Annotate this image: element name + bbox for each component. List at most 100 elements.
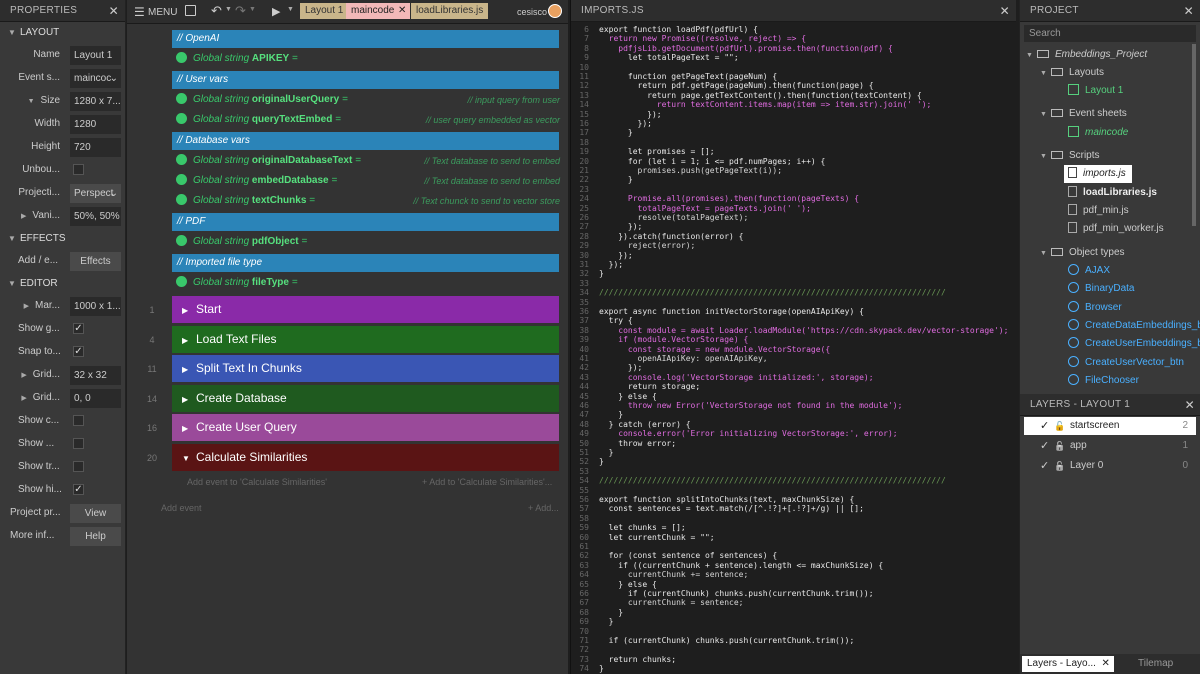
close-icon[interactable]: ✕: [109, 0, 119, 22]
help-button[interactable]: Help: [70, 527, 121, 546]
menu-button[interactable]: MENU: [148, 7, 177, 18]
close-icon[interactable]: ✕: [1000, 0, 1010, 22]
chevron-down-icon[interactable]: ▼: [287, 6, 294, 13]
avatar[interactable]: [548, 4, 562, 18]
group-header[interactable]: // PDF: [172, 213, 559, 231]
layer-visible-checkbox[interactable]: ✓: [1040, 457, 1049, 475]
group-header[interactable]: // Imported file type: [172, 254, 559, 272]
tab-loadlibraries[interactable]: loadLibraries.js: [411, 3, 489, 19]
search-input[interactable]: Search: [1024, 25, 1196, 42]
add-event-to-link[interactable]: Add event to 'Calculate Similarities': [187, 477, 327, 487]
add-action-link[interactable]: + Add to 'Calculate Similarities'...: [422, 477, 552, 487]
username[interactable]: cesisco: [517, 7, 547, 17]
editor-section[interactable]: ▼ EDITOR: [0, 273, 125, 295]
tab-layers[interactable]: Layers - Layo... ✕: [1022, 656, 1114, 672]
tree-object-item[interactable]: FileChooser: [1068, 372, 1139, 390]
event-group-block[interactable]: ▶ Split Text In Chunks: [172, 355, 559, 382]
close-icon[interactable]: ✕: [1185, 394, 1195, 416]
tree-eventsheets[interactable]: ▼ Event sheets: [1040, 105, 1127, 123]
global-variable[interactable]: Global string textChunks = // Text chunck…: [176, 192, 560, 210]
tree-layout1[interactable]: Layout 1: [1068, 82, 1123, 100]
global-variable[interactable]: Global string pdfObject =: [176, 233, 560, 251]
layer-row[interactable]: ✓ 🔓 app 1: [1024, 437, 1196, 455]
height-field[interactable]: 720: [70, 138, 121, 157]
group-header[interactable]: // Database vars: [172, 132, 559, 150]
tab-maincode[interactable]: maincode ✕: [346, 3, 411, 19]
effects-button[interactable]: Effects: [70, 252, 121, 271]
layer-visible-checkbox[interactable]: ✓: [1040, 417, 1049, 435]
snapto-checkbox[interactable]: ✓: [73, 346, 84, 357]
event-group-block[interactable]: ▶ Create User Query: [172, 414, 559, 441]
close-icon[interactable]: ✕: [1102, 656, 1110, 672]
event-group-block[interactable]: ▶ Load Text Files: [172, 326, 559, 353]
group-header[interactable]: // User vars: [172, 71, 559, 89]
global-variable[interactable]: Global string fileType =: [176, 274, 560, 292]
scrollbar[interactable]: [1192, 44, 1196, 226]
projection-select[interactable]: Perspect ⌄: [70, 184, 121, 203]
chevron-right-icon[interactable]: ▶: [21, 395, 26, 402]
add-link[interactable]: + Add...: [528, 503, 559, 513]
hamburger-icon[interactable]: ☰: [134, 5, 145, 19]
effects-section[interactable]: ▼ EFFECTS: [0, 228, 125, 250]
tree-script-imports[interactable]: imports.js: [1064, 165, 1132, 183]
gridsize-field[interactable]: 32 x 32: [70, 366, 121, 385]
layer-row[interactable]: ✓ 🔓 startscreen 2: [1024, 417, 1196, 435]
lock-icon[interactable]: 🔓: [1054, 457, 1065, 475]
chevron-right-icon[interactable]: ▶: [182, 415, 196, 442]
eventsheet-select[interactable]: maincoc ⌄: [70, 69, 121, 88]
tree-script-loadlibraries[interactable]: loadLibraries.js: [1068, 184, 1157, 202]
unbounded-checkbox[interactable]: [73, 164, 84, 175]
chevron-right-icon[interactable]: ▶: [182, 356, 196, 383]
tree-root[interactable]: ▼ Embeddings_Project: [1026, 46, 1147, 64]
global-variable[interactable]: Global string APIKEY =: [176, 50, 560, 68]
event-group-block[interactable]: ▶ Create Database: [172, 385, 559, 412]
play-icon[interactable]: ▶: [272, 5, 280, 18]
undo-icon[interactable]: ↶: [211, 3, 222, 19]
group-header[interactable]: // OpenAI: [172, 30, 559, 48]
chevron-down-icon[interactable]: ▼: [249, 6, 256, 13]
code-lines[interactable]: 6 export function loadPdf(pdfUrl) {7 retu…: [571, 23, 1017, 674]
redo-icon[interactable]: ↷: [235, 3, 246, 19]
margin-field[interactable]: 1000 x 1...: [70, 297, 121, 316]
add-event-link[interactable]: Add event: [161, 503, 202, 513]
lock-icon[interactable]: 🔓: [1054, 437, 1065, 455]
chevron-right-icon[interactable]: ▶: [21, 213, 26, 220]
chevron-right-icon[interactable]: ▶: [21, 372, 26, 379]
tree-script-pdfmin[interactable]: pdf_min.js: [1068, 202, 1129, 220]
tree-object-item[interactable]: CreateUserVector_btn: [1068, 354, 1184, 372]
tab-tilemap[interactable]: Tilemap: [1138, 658, 1173, 669]
global-variable[interactable]: Global string originalUserQuery = // inpu…: [176, 91, 560, 109]
lock-icon[interactable]: 🔓: [1054, 417, 1065, 435]
global-variable[interactable]: Global string originalDatabaseText = // T…: [176, 152, 560, 170]
width-field[interactable]: 1280: [70, 115, 121, 134]
size-field[interactable]: 1280 x 7...: [70, 92, 121, 111]
name-field[interactable]: Layout 1: [70, 46, 121, 65]
vanish-field[interactable]: 50%, 50%: [70, 207, 121, 226]
chevron-right-icon[interactable]: ▶: [182, 297, 196, 324]
layer-visible-checkbox[interactable]: ✓: [1040, 437, 1049, 455]
chevron-down-icon[interactable]: ▼: [182, 445, 196, 472]
view-button[interactable]: View: [70, 504, 121, 523]
event-group-block[interactable]: ▶ Start: [172, 296, 559, 323]
layout-section[interactable]: ▼ LAYOUT: [0, 22, 125, 44]
chevron-down-icon[interactable]: ▼: [225, 6, 232, 13]
close-icon[interactable]: ✕: [1184, 0, 1194, 22]
close-icon[interactable]: ✕: [398, 3, 406, 19]
chevron-right-icon[interactable]: ▶: [24, 303, 29, 310]
tree-object-item[interactable]: CreateDataEmbeddings_btn: [1068, 317, 1200, 335]
global-variable[interactable]: Global string queryTextEmbed = // user qu…: [176, 111, 560, 129]
tree-object-item[interactable]: CreateUserEmbeddings_btn: [1068, 335, 1200, 353]
tree-object-item[interactable]: AJAX: [1068, 262, 1110, 280]
showgrid-checkbox[interactable]: ✓: [73, 323, 84, 334]
chevron-right-icon[interactable]: ▶: [182, 386, 196, 413]
tree-layouts[interactable]: ▼ Layouts: [1040, 64, 1104, 82]
tab-layout1[interactable]: Layout 1: [300, 3, 349, 19]
tree-object-item[interactable]: Browser: [1068, 299, 1122, 317]
save-icon[interactable]: [185, 5, 196, 16]
showtr-checkbox[interactable]: [73, 461, 84, 472]
show-checkbox[interactable]: [73, 438, 84, 449]
tree-objecttypes[interactable]: ▼ Object types: [1040, 244, 1125, 262]
tree-scripts[interactable]: ▼ Scripts: [1040, 147, 1100, 165]
tree-maincode[interactable]: maincode: [1068, 124, 1128, 142]
global-variable[interactable]: Global string embedDatabase = // Text dat…: [176, 172, 560, 190]
